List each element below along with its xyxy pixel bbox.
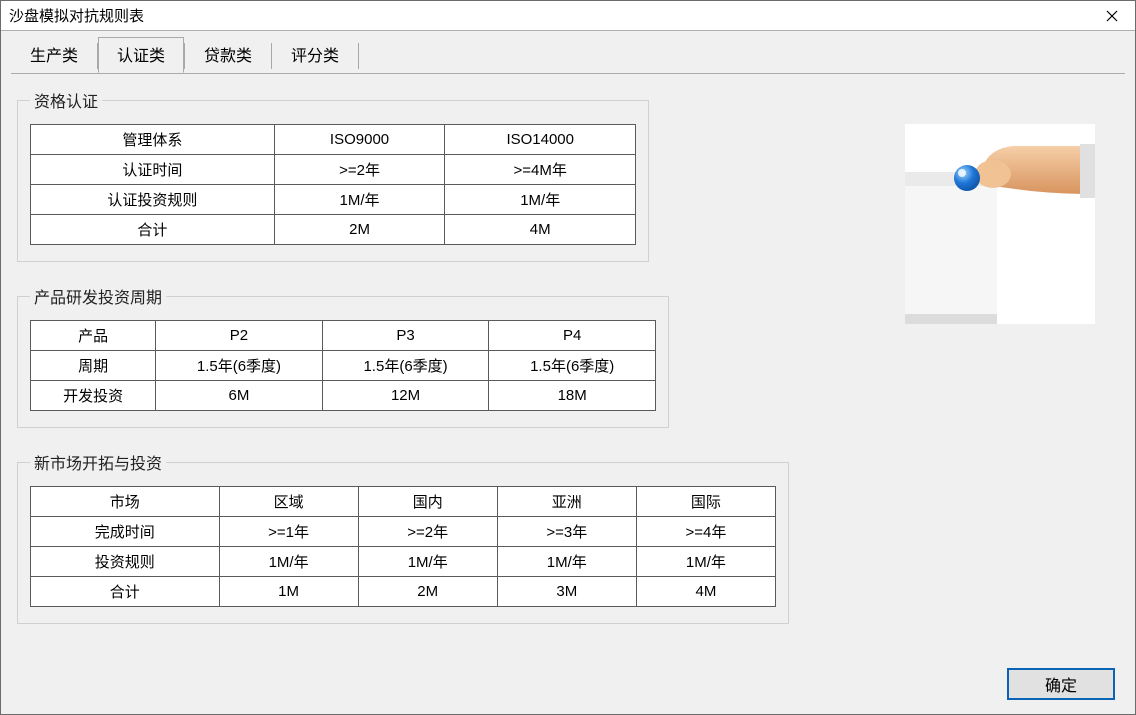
cell: >=4M年 [445, 155, 636, 185]
table-row: 开发投资 6M 12M 18M [31, 381, 656, 411]
table-row: 完成时间 >=1年 >=2年 >=3年 >=4年 [31, 517, 776, 547]
cell: 1.5年(6季度) [489, 351, 656, 381]
tab-production[interactable]: 生产类 [11, 37, 97, 73]
cell: 周期 [31, 351, 156, 381]
group-market: 新市场开拓与投资 市场 区域 国内 亚洲 国际 完成时间 >=1年 >=2年 >… [17, 450, 789, 624]
table-row: 市场 区域 国内 亚洲 国际 [31, 487, 776, 517]
table-row: 投资规则 1M/年 1M/年 1M/年 1M/年 [31, 547, 776, 577]
cell: 亚洲 [497, 487, 636, 517]
cell: 1M/年 [274, 185, 445, 215]
cell: 4M [445, 215, 636, 245]
cell: 2M [358, 577, 497, 607]
cell: 认证时间 [31, 155, 275, 185]
close-icon [1106, 10, 1118, 22]
ok-button[interactable]: 确定 [1007, 668, 1115, 700]
table-rnd: 产品 P2 P3 P4 周期 1.5年(6季度) 1.5年(6季度) 1.5年(… [30, 320, 656, 411]
cell: 合计 [31, 577, 220, 607]
table-row: 合计 1M 2M 3M 4M [31, 577, 776, 607]
table-market: 市场 区域 国内 亚洲 国际 完成时间 >=1年 >=2年 >=3年 >=4年 … [30, 486, 776, 607]
cell: >=3年 [497, 517, 636, 547]
cell: 认证投资规则 [31, 185, 275, 215]
table-row: 周期 1.5年(6季度) 1.5年(6季度) 1.5年(6季度) [31, 351, 656, 381]
group-qualification-legend: 资格认证 [30, 88, 102, 112]
cell: 产品 [31, 321, 156, 351]
cell: P4 [489, 321, 656, 351]
cell: 1.5年(6季度) [156, 351, 323, 381]
cell: 1M/年 [497, 547, 636, 577]
group-qualification: 资格认证 管理体系 ISO9000 ISO14000 认证时间 >=2年 >=4… [17, 88, 649, 262]
cell: ISO14000 [445, 125, 636, 155]
group-rnd: 产品研发投资周期 产品 P2 P3 P4 周期 1.5年(6季度) 1.5年(6… [17, 284, 669, 428]
illustration-image [905, 124, 1095, 324]
tab-loan[interactable]: 贷款类 [185, 37, 271, 73]
close-button[interactable] [1089, 1, 1135, 30]
cell: 6M [156, 381, 323, 411]
cell: >=2年 [358, 517, 497, 547]
cell: 1M/年 [219, 547, 358, 577]
cell: 管理体系 [31, 125, 275, 155]
cell: 国际 [636, 487, 775, 517]
cell: 1M/年 [358, 547, 497, 577]
tab-certification[interactable]: 认证类 [98, 37, 184, 73]
table-row: 合计 2M 4M [31, 215, 636, 245]
cell: 完成时间 [31, 517, 220, 547]
cell: 市场 [31, 487, 220, 517]
group-market-legend: 新市场开拓与投资 [30, 450, 166, 474]
cell: 1M/年 [636, 547, 775, 577]
table-row: 认证时间 >=2年 >=4M年 [31, 155, 636, 185]
table-row: 认证投资规则 1M/年 1M/年 [31, 185, 636, 215]
cell: 1M [219, 577, 358, 607]
cell: 4M [636, 577, 775, 607]
cell: >=4年 [636, 517, 775, 547]
tab-content: 资格认证 管理体系 ISO9000 ISO14000 认证时间 >=2年 >=4… [11, 73, 1125, 686]
cell: >=1年 [219, 517, 358, 547]
cell: 投资规则 [31, 547, 220, 577]
cell: 18M [489, 381, 656, 411]
cell: >=2年 [274, 155, 445, 185]
cell: 2M [274, 215, 445, 245]
table-row: 管理体系 ISO9000 ISO14000 [31, 125, 636, 155]
cell: P3 [322, 321, 489, 351]
titlebar: 沙盘模拟对抗规则表 [1, 1, 1135, 31]
table-qualification: 管理体系 ISO9000 ISO14000 认证时间 >=2年 >=4M年 认证… [30, 124, 636, 245]
cell: 合计 [31, 215, 275, 245]
cell: 开发投资 [31, 381, 156, 411]
cell: ISO9000 [274, 125, 445, 155]
cell: 12M [322, 381, 489, 411]
cell: 3M [497, 577, 636, 607]
cell: 1M/年 [445, 185, 636, 215]
tab-scoring[interactable]: 评分类 [272, 37, 358, 73]
cell: 区域 [219, 487, 358, 517]
group-rnd-legend: 产品研发投资周期 [30, 284, 166, 308]
cell: 1.5年(6季度) [322, 351, 489, 381]
table-row: 产品 P2 P3 P4 [31, 321, 656, 351]
window-title: 沙盘模拟对抗规则表 [9, 5, 144, 26]
cell: 国内 [358, 487, 497, 517]
tab-bar: 生产类 认证类 贷款类 评分类 [1, 31, 1135, 73]
cell: P2 [156, 321, 323, 351]
